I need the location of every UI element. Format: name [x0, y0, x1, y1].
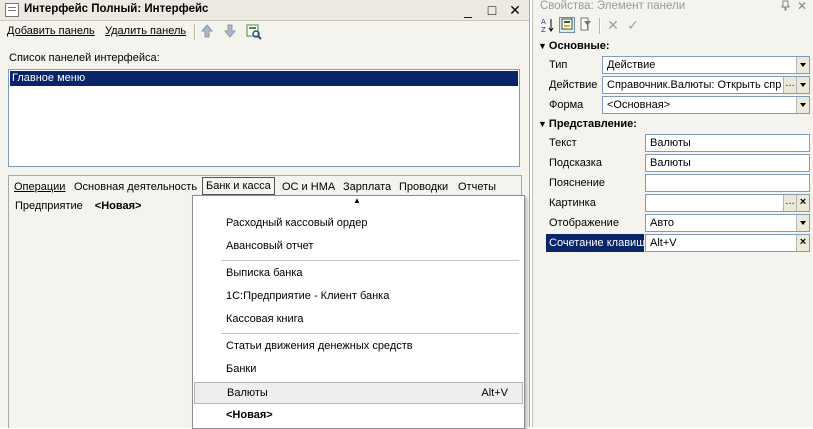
categories-icon[interactable] [559, 17, 575, 33]
tab-operations[interactable]: Операции [14, 179, 65, 195]
menu-item-shortcut: Alt+V [481, 387, 508, 399]
minimize-button[interactable]: _ [458, 1, 478, 19]
properties-toolbar: AZ ✕ ✓ [537, 16, 812, 36]
maximize-button[interactable]: □ [482, 1, 502, 19]
display-value: Авто [650, 217, 674, 229]
action-field[interactable]: Справочник.Валюты: Открыть спр … [602, 76, 810, 94]
clear-icon[interactable]: × [796, 235, 809, 251]
add-panel-button[interactable]: Добавить панель [7, 25, 95, 37]
tab-main-activity[interactable]: Основная деятельность [74, 179, 197, 195]
form-value: <Основная> [607, 99, 671, 111]
window-icon [5, 3, 19, 17]
menu-item-cash-flow-items[interactable]: Статьи движения денежных средств [194, 335, 523, 357]
interface-window: Интерфейс Полный: Интерфейс _ □ ✕ Добави… [0, 0, 530, 429]
menu-item-banks[interactable]: Банки [194, 358, 523, 380]
menu-item-new[interactable]: <Новая> [194, 404, 523, 426]
sub-menu-row: Предприятие <Новая> [15, 200, 141, 212]
collapse-icon: ▼ [538, 41, 547, 51]
svg-text:A: A [541, 18, 546, 26]
panel-tabs: Операции Основная деятельность Банк и ка… [9, 176, 521, 196]
action-value: Справочник.Валюты: Открыть спр [607, 79, 782, 91]
toolbar: Добавить панель Удалить панель [0, 21, 529, 43]
tab-bank-cash[interactable]: Банк и касса [202, 177, 275, 195]
section-view[interactable]: ▼ Представление: [538, 118, 637, 130]
type-label: Тип [549, 59, 568, 71]
check-icon[interactable]: ✓ [625, 17, 641, 33]
close-button[interactable]: ✕ [505, 1, 525, 19]
enterprise-menu[interactable]: Предприятие [15, 200, 83, 212]
properties-title: Свойства: Элемент панели [540, 0, 686, 12]
display-field[interactable]: Авто [645, 214, 810, 232]
action-label: Действие [549, 79, 598, 91]
panel-list-label: Список панелей интерфейса: [9, 52, 160, 64]
ellipsis-button[interactable]: … [783, 77, 796, 93]
dropdown-arrow-icon[interactable] [796, 77, 809, 93]
picture-label: Картинка [549, 197, 596, 209]
note-label: Пояснение [549, 177, 606, 189]
section-view-label: Представление: [548, 118, 637, 130]
type-field[interactable]: Действие [602, 56, 810, 74]
toolbar-separator [599, 18, 601, 34]
new-item[interactable]: <Новая> [95, 200, 142, 212]
hotkey-value: Alt+V [650, 237, 677, 249]
properties-titlebar[interactable]: Свойства: Элемент панели ✕ [533, 0, 813, 14]
hotkey-field[interactable]: Alt+V × [645, 234, 810, 252]
menu-separator [221, 260, 519, 261]
tab-salary[interactable]: Зарплата [343, 179, 391, 195]
hint-field[interactable]: Валюты [645, 154, 810, 172]
menu-item-advance-report[interactable]: Авансовый отчет [194, 235, 523, 257]
dropdown-arrow-icon[interactable] [796, 57, 809, 73]
properties-window: Свойства: Элемент панели ✕ AZ ✕ ✓ ▼ Основ… [532, 0, 813, 427]
menu-item-bank-client[interactable]: 1С:Предприятие - Клиент банка [194, 285, 523, 307]
list-item[interactable]: Главное меню [10, 71, 518, 86]
cancel-icon[interactable]: ✕ [605, 17, 621, 33]
pin-icon[interactable] [781, 0, 790, 14]
type-value: Действие [607, 59, 656, 71]
ellipsis-button[interactable]: … [783, 195, 796, 211]
dropdown-arrow-icon[interactable] [796, 97, 809, 113]
menu-item-cash-book[interactable]: Кассовая книга [194, 308, 523, 330]
display-label: Отображение [549, 217, 619, 229]
arrow-down-icon[interactable] [222, 24, 238, 40]
menu-item-currencies[interactable]: Валюты Alt+V [194, 382, 523, 404]
panel-list[interactable]: Главное меню [8, 69, 520, 167]
text-field[interactable]: Валюты [645, 134, 810, 152]
dropdown-menu: ▲ Расходный кассовый ордер Авансовый отч… [192, 195, 525, 429]
section-main-label: Основные: [548, 40, 610, 52]
hint-label: Подсказка [549, 157, 602, 169]
menu-item-bank-statement[interactable]: Выписка банка [194, 262, 523, 284]
tab-entries[interactable]: Проводки [399, 179, 448, 195]
svg-text:Z: Z [541, 26, 546, 33]
filter-icon[interactable] [578, 17, 594, 33]
form-field[interactable]: <Основная> [602, 96, 810, 114]
window-title: Интерфейс Полный: Интерфейс [24, 3, 209, 15]
dropdown-arrow-icon[interactable] [796, 215, 809, 231]
preview-icon[interactable] [246, 24, 262, 40]
window-titlebar[interactable]: Интерфейс Полный: Интерфейс _ □ ✕ [0, 0, 529, 21]
delete-panel-button[interactable]: Удалить панель [105, 25, 186, 37]
scroll-up-icon[interactable]: ▲ [353, 197, 361, 205]
tab-reports[interactable]: Отчеты [458, 179, 496, 195]
menu-item-label: Валюты [227, 387, 268, 399]
toolbar-separator [194, 24, 196, 40]
hotkey-label: Сочетание клавиш [546, 234, 644, 252]
arrow-up-icon[interactable] [199, 24, 215, 40]
menu-separator [221, 333, 519, 334]
section-main[interactable]: ▼ Основные: [538, 40, 610, 52]
clear-icon[interactable]: × [796, 195, 809, 211]
note-field[interactable] [645, 174, 810, 192]
sort-az-icon[interactable]: AZ [540, 17, 556, 34]
picture-field[interactable]: … × [645, 194, 810, 212]
collapse-icon: ▼ [538, 119, 547, 129]
text-label: Текст [549, 137, 577, 149]
tab-fixed-assets[interactable]: ОС и НМА [282, 179, 335, 195]
close-icon[interactable]: ✕ [797, 0, 807, 13]
form-label: Форма [549, 99, 584, 111]
menu-item-cash-out-order[interactable]: Расходный кассовый ордер [194, 212, 523, 234]
